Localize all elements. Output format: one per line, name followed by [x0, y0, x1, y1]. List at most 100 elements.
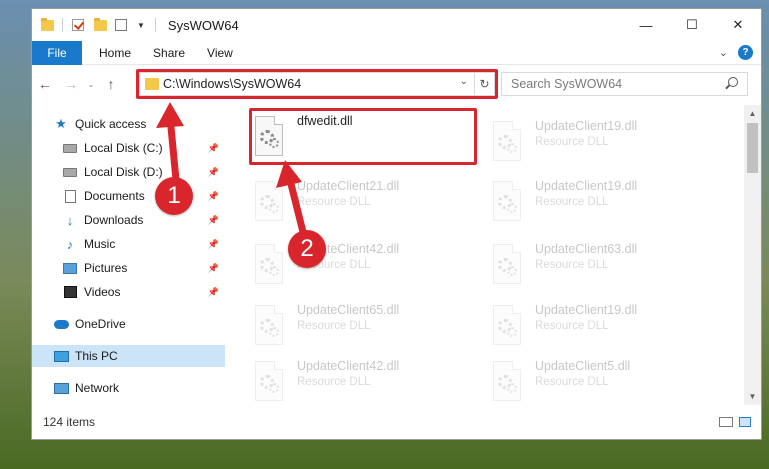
file-type: Resource DLL [535, 320, 609, 332]
tab-share[interactable]: Share [153, 46, 185, 60]
maximize-button[interactable]: ☐ [669, 9, 715, 41]
file-type: Resource DLL [535, 259, 609, 271]
file-item[interactable]: UpdateClient65.dll Resource DLL [251, 301, 481, 357]
file-type: Resource DLL [297, 376, 371, 388]
file-item[interactable]: UpdateClient19.dll Resource DLL [489, 117, 719, 173]
sidebar-item-downloads[interactable]: ↓ Downloads 📌 [32, 209, 225, 231]
callout-badge-1: 1 [155, 177, 193, 215]
details-view-icon[interactable] [719, 417, 733, 427]
file-item[interactable]: UpdateClient5.dll Resource DLL [489, 357, 719, 405]
pin-icon: 📌 [207, 166, 219, 177]
dll-file-icon [489, 305, 525, 349]
up-button[interactable]: ↑ [98, 76, 124, 92]
file-item[interactable]: UpdateClient21.dll Resource DLL [251, 177, 481, 233]
navigation-pane: ★ Quick access Local Disk (C:) 📌 Local D… [32, 105, 225, 405]
forward-button[interactable]: → [58, 76, 84, 92]
new-folder-icon[interactable] [93, 17, 107, 32]
star-icon: ★ [55, 116, 67, 131]
search-input[interactable]: Search SysWOW64 [501, 72, 748, 96]
sidebar-item-label: Network [75, 381, 120, 395]
large-icons-view-icon[interactable] [739, 417, 751, 427]
scroll-down-icon[interactable]: ▼ [744, 388, 761, 405]
scroll-up-icon[interactable]: ▲ [744, 105, 761, 122]
pin-icon: 📌 [207, 262, 219, 273]
folder-icon [145, 78, 159, 90]
file-item[interactable]: UpdateClient19.dll Resource DLL [489, 301, 719, 357]
refresh-icon[interactable]: ↻ [474, 73, 494, 95]
onedrive-icon [53, 317, 69, 331]
sidebar-item-label: Local Disk (C:) [84, 141, 163, 155]
tab-home[interactable]: Home [99, 46, 131, 60]
ribbon-tabs: File Home Share View ⌄ ? [32, 40, 761, 65]
sidebar-item-label: OneDrive [75, 317, 126, 331]
sidebar-item-quick-access[interactable]: ★ Quick access [32, 113, 225, 135]
file-name: UpdateClient19.dll [535, 179, 638, 193]
callout-badge-2: 2 [288, 230, 326, 268]
sidebar-item-pictures[interactable]: Pictures 📌 [32, 257, 225, 279]
sidebar-item-videos[interactable]: Videos 📌 [32, 281, 225, 303]
vertical-scrollbar[interactable]: ▲ ▼ [744, 105, 761, 405]
file-name: UpdateClient19.dll [535, 303, 638, 317]
pin-icon: 📌 [207, 286, 219, 297]
file-explorer-window: ▼ SysWOW64 — ☐ ✕ File Home Share View ⌄ … [31, 8, 762, 440]
close-button[interactable]: ✕ [715, 9, 761, 41]
sidebar-item-local-disk-d[interactable]: Local Disk (D:) 📌 [32, 161, 225, 183]
search-placeholder: Search SysWOW64 [511, 77, 623, 91]
dll-file-icon [251, 244, 287, 288]
tab-view[interactable]: View [207, 46, 233, 60]
sidebar-item-documents[interactable]: Documents 📌 [32, 185, 225, 207]
address-dropdown-icon[interactable]: ⌄ [460, 76, 468, 87]
address-path[interactable]: C:\Windows\SysWOW64 [163, 77, 301, 91]
folder-icon [40, 17, 54, 32]
file-name: UpdateClient65.dll [297, 303, 400, 317]
pin-icon: 📌 [207, 190, 219, 201]
help-icon[interactable]: ? [738, 45, 753, 60]
main-content: ★ Quick access Local Disk (C:) 📌 Local D… [32, 105, 761, 405]
recent-locations-dropdown[interactable]: ⌄ [84, 80, 98, 89]
documents-icon [62, 189, 78, 203]
file-type: Resource DLL [535, 376, 609, 388]
dll-file-icon [251, 181, 287, 225]
dll-file-icon [489, 121, 525, 165]
sidebar-item-label: Documents [84, 189, 145, 203]
dll-file-icon [489, 361, 525, 405]
scroll-thumb[interactable] [747, 123, 758, 173]
quick-access-dropdown-icon[interactable]: ▼ [137, 21, 145, 30]
customize-view-icon[interactable] [115, 18, 129, 32]
sidebar-item-network[interactable]: Network [32, 377, 225, 399]
sidebar-item-onedrive[interactable]: OneDrive [32, 313, 225, 335]
file-name: UpdateClient5.dll [535, 359, 631, 373]
file-item[interactable]: UpdateClient63.dll Resource DLL [489, 240, 719, 296]
downloads-icon: ↓ [66, 212, 74, 228]
pictures-icon [62, 261, 78, 275]
sidebar-item-label: Downloads [84, 213, 144, 227]
sidebar-item-music[interactable]: ♪ Music 📌 [32, 233, 225, 255]
drive-icon [62, 165, 78, 179]
navigation-bar: ← → ⌄ ↑ C:\Windows\SysWOW64 ⌄ ↻ Search S… [32, 65, 761, 103]
minimize-button[interactable]: — [623, 9, 669, 41]
sidebar-item-this-pc[interactable]: This PC [32, 345, 225, 367]
address-bar[interactable]: C:\Windows\SysWOW64 ⌄ ↻ [139, 72, 495, 96]
sidebar-item-label: Local Disk (D:) [84, 165, 163, 179]
music-icon: ♪ [66, 236, 74, 252]
expand-ribbon-chevron-icon[interactable]: ⌄ [719, 46, 728, 59]
file-type: Resource DLL [535, 136, 609, 148]
videos-icon [62, 285, 78, 299]
title-bar: ▼ SysWOW64 — ☐ ✕ [32, 9, 761, 41]
file-type: Resource DLL [297, 320, 371, 332]
window-title: SysWOW64 [167, 17, 239, 33]
file-item[interactable]: UpdateClient42.dll Resource DLL [251, 357, 481, 405]
pin-icon: 📌 [207, 214, 219, 225]
sidebar-item-local-disk-c[interactable]: Local Disk (C:) 📌 [32, 137, 225, 159]
search-icon[interactable] [728, 77, 738, 87]
file-type: Resource DLL [535, 196, 609, 208]
tab-file[interactable]: File [32, 40, 82, 65]
properties-check-icon[interactable] [71, 18, 85, 32]
file-item[interactable]: UpdateClient42.dll Resource DLL [251, 240, 481, 296]
file-item[interactable]: UpdateClient19.dll Resource DLL [489, 177, 719, 233]
back-button[interactable]: ← [32, 76, 58, 92]
sidebar-item-label: Quick access [75, 117, 147, 131]
dll-file-icon [251, 361, 287, 405]
sidebar-item-label: Music [84, 237, 116, 251]
sidebar-item-label: This PC [75, 349, 118, 363]
